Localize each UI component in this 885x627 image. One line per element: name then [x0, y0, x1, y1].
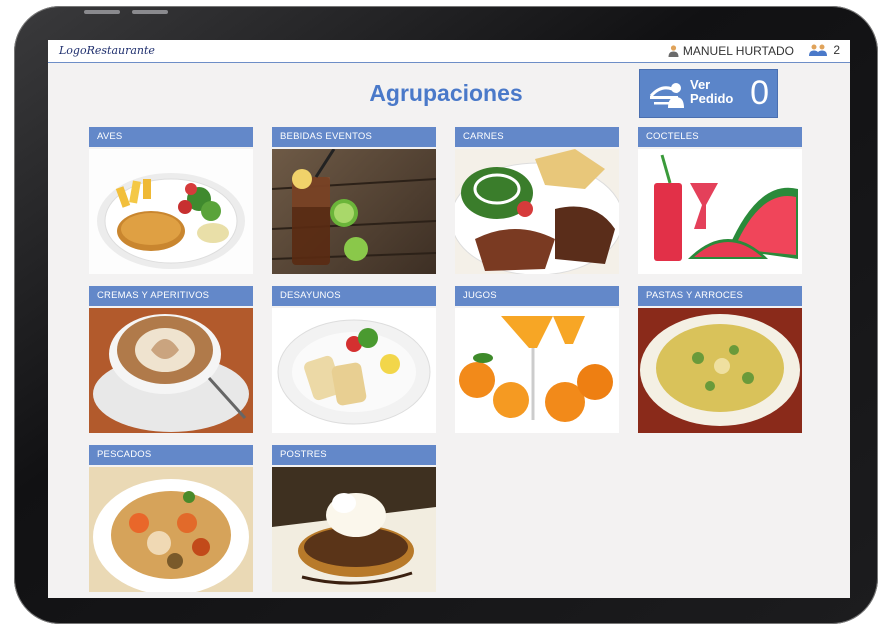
category-image-drink [272, 149, 436, 274]
user-menu[interactable]: MANUEL HURTADO [668, 44, 794, 58]
volume-button [84, 10, 120, 14]
category-image-coffee [89, 308, 253, 433]
category-card-jugos[interactable]: JUGOS [455, 286, 619, 433]
category-title: PESCADOS [89, 445, 253, 465]
category-image-chicken [89, 149, 253, 274]
category-card-cremas-y-aperitivos[interactable]: CREMAS Y APERITIVOS [89, 286, 253, 433]
waiter-tray-icon [649, 83, 684, 108]
category-title: POSTRES [272, 445, 436, 465]
category-card-carnes[interactable]: CARNES [455, 127, 619, 274]
category-card-cocteles[interactable]: COCTELES [638, 127, 802, 274]
category-image-cocktail [638, 149, 802, 274]
category-card-aves[interactable]: AVES [89, 127, 253, 274]
top-bar: LogoRestaurante MANUEL HURTADO 2 [48, 40, 850, 63]
category-image-dessert [272, 467, 436, 592]
category-card-desayunos[interactable]: DESAYUNOS [272, 286, 436, 433]
logo[interactable]: LogoRestaurante [59, 44, 155, 57]
category-image-fish [89, 467, 253, 592]
category-title: COCTELES [638, 127, 802, 147]
view-order-button[interactable]: Ver Pedido 0 [639, 69, 778, 118]
category-card-bebidas-eventos[interactable]: BEBIDAS EVENTOS [272, 127, 436, 274]
category-title: JUGOS [455, 286, 619, 306]
group-count: 2 [833, 43, 840, 57]
user-name: MANUEL HURTADO [682, 44, 794, 58]
category-title: AVES [89, 127, 253, 147]
group-indicator[interactable]: 2 [809, 43, 840, 57]
category-image-rice [638, 308, 802, 433]
category-title: BEBIDAS EVENTOS [272, 127, 436, 147]
category-title: PASTAS Y ARROCES [638, 286, 802, 306]
user-icon [668, 45, 679, 57]
category-image-breakfast [272, 308, 436, 433]
category-title: CREMAS Y APERITIVOS [89, 286, 253, 306]
category-title: CARNES [455, 127, 619, 147]
volume-button [132, 10, 168, 14]
order-count: 0 [750, 74, 769, 112]
app-screen: LogoRestaurante MANUEL HURTADO 2 Agrupac… [48, 40, 850, 598]
category-card-pastas-y-arroces[interactable]: PASTAS Y ARROCES [638, 286, 802, 433]
category-title: DESAYUNOS [272, 286, 436, 306]
category-card-postres[interactable]: POSTRES [272, 445, 436, 592]
category-image-meat [455, 149, 619, 274]
order-label-line2: Pedido [690, 91, 734, 106]
order-label-line1: Ver [690, 77, 711, 92]
category-card-pescados[interactable]: PESCADOS [89, 445, 253, 592]
category-image-juice [455, 308, 619, 433]
users-icon [809, 44, 828, 56]
